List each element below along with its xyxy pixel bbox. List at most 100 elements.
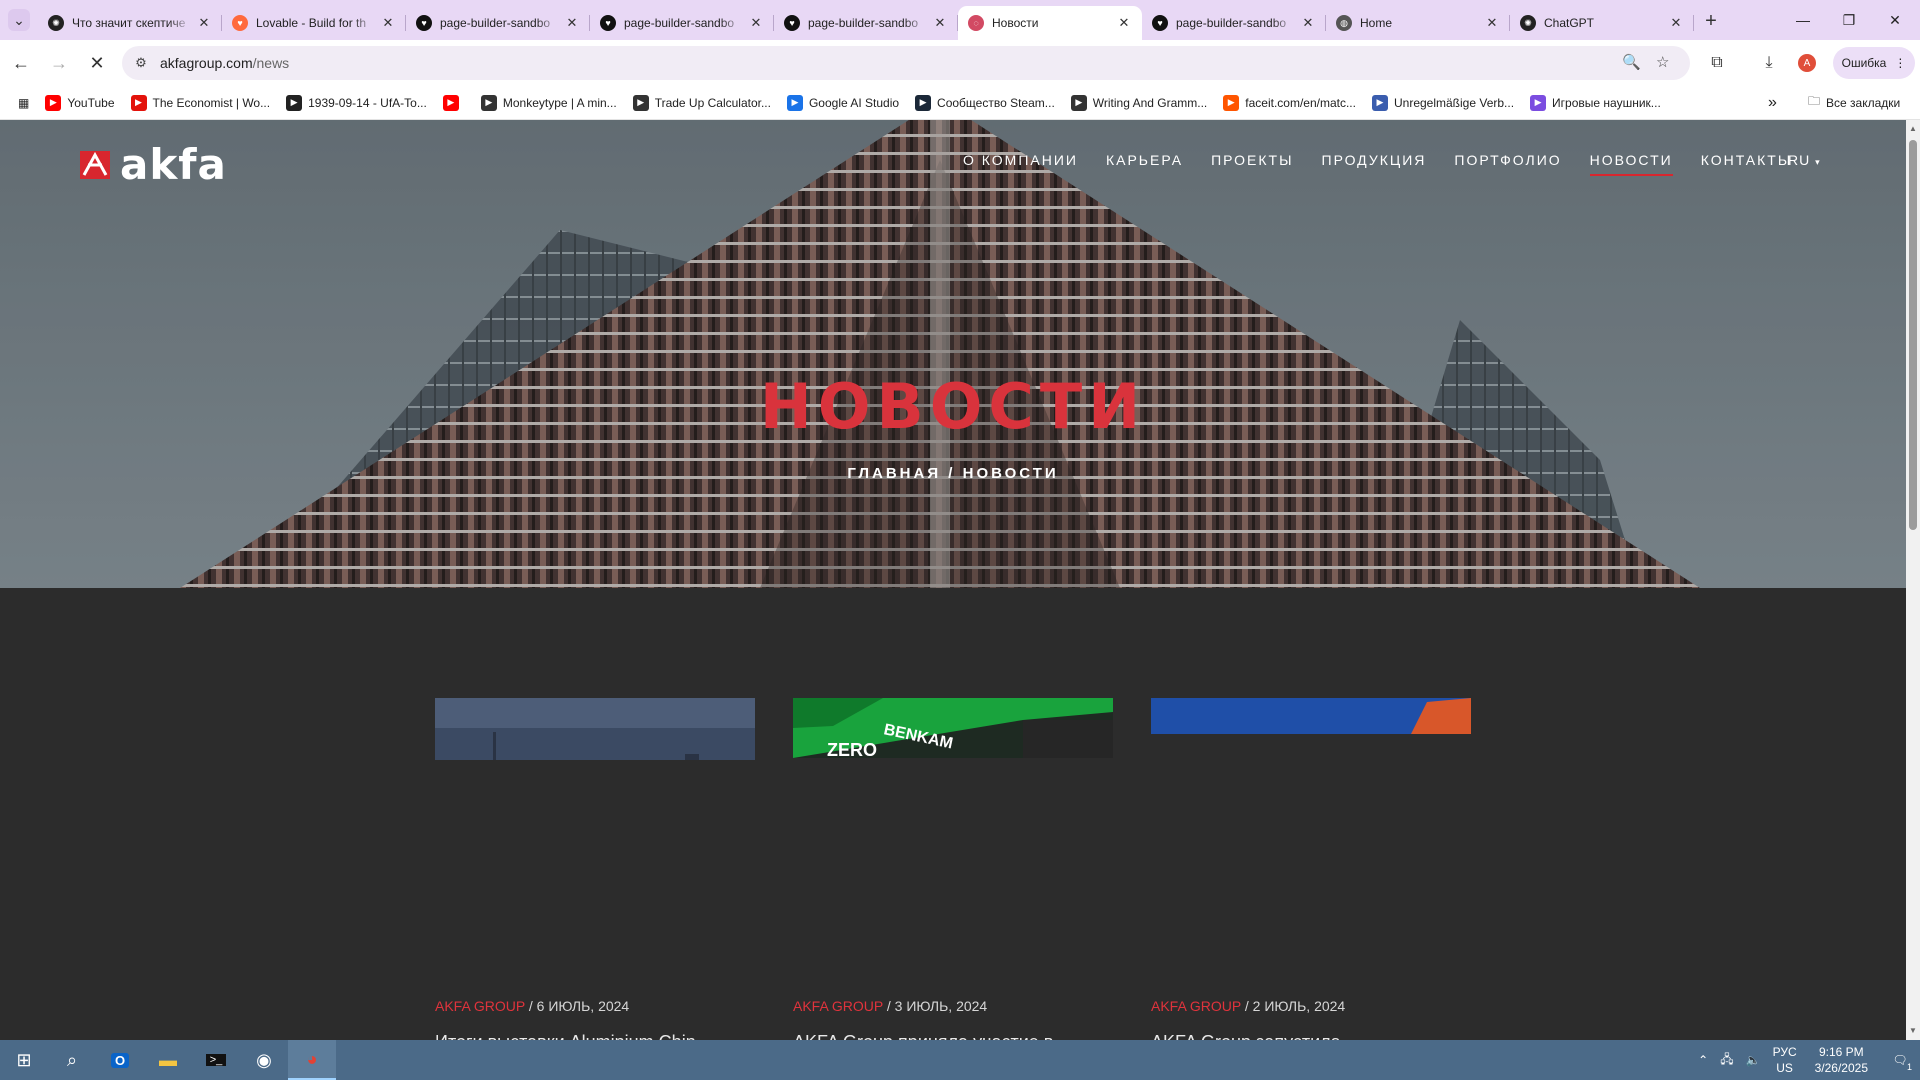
tab-9[interactable]: ✺ ChatGPT ✕ (1510, 6, 1694, 40)
news-card[interactable]: BENKAMZERO AKFA GROUP / 3 ИЮЛЬ, 2024 AKF… (793, 698, 1113, 1040)
tab-2[interactable]: ♥ Lovable - Build for th ✕ (222, 6, 406, 40)
tray-overflow-icon[interactable]: ⌃ (1698, 1053, 1708, 1067)
tab-5[interactable]: ♥ page-builder-sandbo ✕ (774, 6, 958, 40)
url-text[interactable]: akfagroup.com/news (160, 55, 289, 71)
profile-avatar[interactable]: A (1790, 46, 1824, 80)
input-language[interactable]: РУС US (1773, 1044, 1797, 1076)
news-thumbnail[interactable] (435, 698, 755, 765)
close-tab-icon[interactable]: ✕ (1668, 15, 1684, 31)
nav-item-2[interactable]: КАРЬЕРА (1106, 152, 1183, 176)
url-host: akfagroup.com (160, 55, 253, 71)
bookmark-item[interactable]: ▶ Сообщество Steam... (907, 89, 1063, 117)
file-explorer-icon[interactable]: ▬ (144, 1040, 192, 1080)
news-thumbnail[interactable] (1151, 698, 1471, 739)
close-tab-icon[interactable]: ✕ (932, 15, 948, 31)
volume-icon[interactable]: 🔈 (1746, 1053, 1761, 1067)
all-bookmarks-label: Все закладки (1826, 95, 1901, 110)
apps-grid-icon[interactable]: ▦ (10, 89, 37, 117)
bookmark-item[interactable]: ▶ faceit.com/en/matc... (1215, 89, 1364, 117)
nav-item-1[interactable]: О КОМПАНИИ (963, 152, 1078, 176)
page-scrollbar[interactable]: ▲ ▼ (1906, 120, 1920, 1040)
notifications-button[interactable]: 🗨 1 (1880, 1040, 1920, 1080)
tab-title: Lovable - Build for th (256, 16, 367, 30)
terminal-icon[interactable]: >_ (192, 1040, 240, 1080)
heart-icon: ♥ (1152, 15, 1168, 31)
bookmark-item[interactable]: ▶ Monkeytype | A min... (473, 89, 625, 117)
site-info-icon[interactable]: ⚙ (126, 48, 156, 78)
nav-item-4[interactable]: ПРОДУКЦИЯ (1322, 152, 1427, 176)
minimize-icon[interactable]: — (1780, 0, 1826, 40)
extensions-icon[interactable]: ⧉ (1700, 46, 1734, 80)
restore-icon[interactable]: ❐ (1826, 0, 1872, 40)
news-headline[interactable]: AKFA Group приняла участие в (793, 1032, 1113, 1040)
close-tab-icon[interactable]: ✕ (564, 15, 580, 31)
bookmark-star-icon[interactable]: ☆ (1656, 53, 1669, 71)
steam-icon[interactable]: ◉ (240, 1040, 288, 1080)
network-icon[interactable]: 🖧 (1720, 1050, 1733, 1071)
news-headline[interactable]: Итоги выставки Aluminium Chin (435, 1032, 755, 1040)
chrome-icon[interactable]: ◕ (288, 1040, 336, 1080)
close-tab-icon[interactable]: ✕ (380, 15, 396, 31)
close-tab-icon[interactable]: ✕ (748, 15, 764, 31)
language-selector[interactable]: RU ▾ (1788, 152, 1821, 168)
bookmark-item[interactable]: ▶ YouTube (37, 89, 122, 117)
bookmark-item[interactable]: ▶ (435, 89, 473, 117)
close-tab-icon[interactable]: ✕ (1300, 15, 1316, 31)
bookmark-item[interactable]: ▶ Unregelmäßige Verb... (1364, 89, 1522, 117)
new-tab-button[interactable]: + (1694, 4, 1728, 38)
close-tab-icon[interactable]: ✕ (1484, 15, 1500, 31)
outlook-icon[interactable]: O (96, 1040, 144, 1080)
news-category-link[interactable]: AKFA GROUP (1151, 998, 1241, 1014)
scroll-up-icon[interactable]: ▲ (1909, 124, 1917, 133)
news-category-link[interactable]: AKFA GROUP (435, 998, 525, 1014)
bookmark-item[interactable]: ▶ Writing And Gramm... (1063, 89, 1215, 117)
tab-list: ✺ Что значит скептиче ✕ ♥ Lovable - Build fo… (38, 0, 1694, 40)
akfa-logo[interactable]: akfa (80, 140, 227, 189)
bookmark-item[interactable]: ▶ Trade Up Calculator... (625, 89, 779, 117)
bookmark-item[interactable]: ▶ Игровые наушник... (1522, 89, 1669, 117)
news-thumbnail[interactable]: BENKAM ZERO (793, 698, 1113, 763)
bookmark-item[interactable]: ▶ Google AI Studio (779, 89, 907, 117)
address-bar[interactable]: ⚙ akfagroup.com/news 🔍 ☆ (122, 46, 1690, 80)
page-title: НОВОСТИ (759, 370, 1147, 443)
nav-item-5[interactable]: ПОРТФОЛИО (1454, 152, 1561, 176)
scrollbar-thumb[interactable] (1909, 140, 1917, 530)
tab-title: page-builder-sandbo (440, 16, 551, 30)
scroll-down-icon[interactable]: ▼ (1909, 1026, 1917, 1035)
nav-item-6[interactable]: НОВОСТИ (1589, 152, 1673, 176)
forward-icon[interactable]: → (42, 46, 76, 80)
windows-start-icon[interactable]: ⊞ (0, 1040, 48, 1080)
zoom-icon[interactable]: 🔍 (1622, 53, 1641, 71)
tab-title: ChatGPT (1544, 16, 1595, 30)
windows-taskbar: ⊞ ⌕ O ▬ >_ ◉ ◕ ⌃ 🖧 🔈 РУС US 9:16 PM 3/26/2… (0, 1040, 1920, 1080)
back-icon[interactable]: ← (4, 46, 38, 80)
bookmark-item[interactable]: ▶ 1939-09-14 - UfA-To... (278, 89, 435, 117)
tab-8[interactable]: ◍ Home ✕ (1326, 6, 1510, 40)
news-category-link[interactable]: AKFA GROUP (793, 998, 883, 1014)
tab-4[interactable]: ♥ page-builder-sandbo ✕ (590, 6, 774, 40)
tab-6[interactable]: ◌ Новости ✕ (958, 6, 1142, 40)
tab-7[interactable]: ♥ page-builder-sandbo ✕ (1142, 6, 1326, 40)
tab-separator (1693, 15, 1694, 31)
error-menu-button[interactable]: Ошибка ⋮ (1833, 47, 1915, 79)
bookmarks-overflow-button[interactable]: » (1760, 89, 1785, 117)
close-window-icon[interactable]: ✕ (1872, 0, 1918, 40)
tab-3[interactable]: ♥ page-builder-sandbo ✕ (406, 6, 590, 40)
clock[interactable]: 9:16 PM 3/26/2025 (1815, 1044, 1868, 1076)
tab-1[interactable]: ✺ Что значит скептиче ✕ (38, 6, 222, 40)
downloads-icon[interactable]: ⤓ (1752, 46, 1786, 80)
close-tab-icon[interactable]: ✕ (1116, 15, 1132, 31)
nav-item-3[interactable]: ПРОЕКТЫ (1211, 152, 1293, 176)
chevron-down-icon: ⌄ (8, 9, 30, 31)
news-headline[interactable]: AKFA Group запустила (1151, 1032, 1471, 1040)
bookmark-label: Google AI Studio (808, 95, 900, 110)
close-tab-icon[interactable]: ✕ (196, 15, 212, 31)
news-card[interactable]: AKFA GROUP / 6 ИЮЛЬ, 2024 Итоги выставки… (435, 698, 755, 1040)
all-bookmarks-button[interactable]: 🗀 Все закладки (1800, 89, 1908, 117)
nav-item-7[interactable]: КОНТАКТЫ (1701, 152, 1793, 176)
search-icon[interactable]: ⌕ (48, 1040, 96, 1080)
bookmark-item[interactable]: ▶ The Economist | Wo... (123, 89, 279, 117)
tab-search-button[interactable]: ⌄ (0, 0, 38, 40)
news-card[interactable]: AKFA GROUP / 2 ИЮЛЬ, 2024 AKFA Group зап… (1151, 698, 1471, 1040)
stop-loading-icon[interactable]: ✕ (80, 46, 114, 80)
